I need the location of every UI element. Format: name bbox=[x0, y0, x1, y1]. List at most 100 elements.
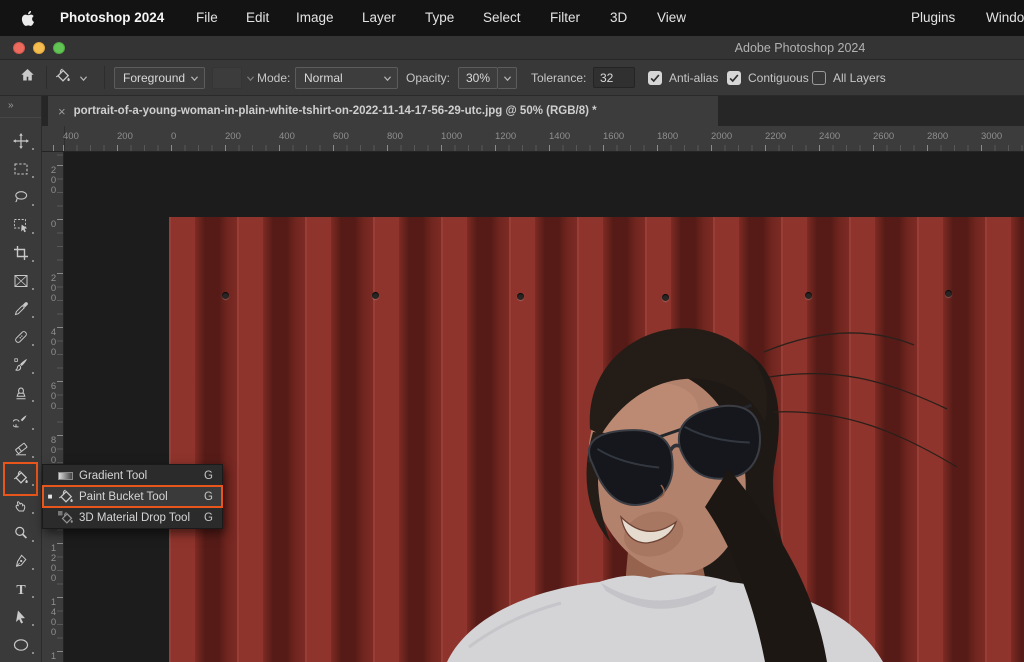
flyout-item-label: 3D Material Drop Tool bbox=[79, 512, 204, 524]
anti-alias-checkbox[interactable]: Anti-alias bbox=[648, 60, 718, 95]
eyedropper-icon bbox=[13, 301, 29, 317]
eraser-tool-button[interactable] bbox=[0, 435, 42, 463]
tool-options-bar: Foreground Mode: Normal Opacity: 30% bbox=[0, 60, 1024, 96]
window-title-bar: Adobe Photoshop 2024 bbox=[0, 36, 1024, 60]
ellipse-shape-icon bbox=[12, 637, 30, 653]
object-selection-tool-button[interactable] bbox=[0, 211, 42, 239]
path-selection-tool-button[interactable] bbox=[0, 603, 42, 631]
flyout-item-3d-material-drop-tool[interactable]: 3D Material Drop ToolG bbox=[43, 507, 222, 528]
contiguous-checkbox-box[interactable] bbox=[727, 71, 741, 85]
flyout-item-gradient-tool[interactable]: Gradient ToolG bbox=[43, 465, 222, 486]
brush-tool-button[interactable] bbox=[0, 351, 42, 379]
flyout-item-paint-bucket-tool[interactable]: ■Paint Bucket ToolG bbox=[43, 486, 222, 507]
spot-healing-icon bbox=[13, 329, 29, 345]
current-tool-bullet: ■ bbox=[43, 492, 57, 501]
pattern-swatch bbox=[212, 67, 242, 89]
minimize-window-button[interactable] bbox=[33, 42, 45, 54]
menu-item-layer[interactable]: Layer bbox=[362, 0, 396, 36]
frame-tool-button[interactable] bbox=[0, 267, 42, 295]
horizontal-ruler[interactable]: 4002000200400600800100012001400160018002… bbox=[42, 126, 1024, 152]
document-tab[interactable]: × portrait-of-a-young-woman-in-plain-whi… bbox=[48, 96, 718, 126]
chevron-down-icon bbox=[503, 69, 512, 87]
tolerance-field-wrap bbox=[593, 60, 635, 95]
marquee-tool-button[interactable] bbox=[0, 155, 42, 183]
macos-menu-bar: Photoshop 2024 File Edit Image Layer Type Sel… bbox=[0, 0, 1024, 36]
canvas-row: 2000200400600800120014001600 bbox=[42, 152, 1024, 662]
ruler-tick-label: 600 bbox=[333, 131, 349, 142]
chevron-down-icon bbox=[190, 71, 199, 85]
menu-item-view[interactable]: View bbox=[657, 0, 686, 36]
all-layers-checkbox[interactable]: All Layers bbox=[812, 60, 886, 95]
eyedropper-tool-button[interactable] bbox=[0, 295, 42, 323]
zoom-window-button[interactable] bbox=[53, 42, 65, 54]
ruler-tick-label: 2000 bbox=[711, 131, 732, 142]
all-layers-label: All Layers bbox=[833, 71, 886, 85]
ruler-tick-label: 1600 bbox=[603, 131, 624, 142]
vertical-ruler[interactable]: 2000200400600800120014001600 bbox=[42, 152, 64, 662]
ruler-tick-label: 2800 bbox=[927, 131, 948, 142]
eraser-icon bbox=[13, 441, 29, 457]
pattern-picker bbox=[212, 60, 255, 95]
menu-item-type[interactable]: Type bbox=[425, 0, 454, 36]
ruler-ticks bbox=[42, 145, 1024, 151]
anti-alias-label: Anti-alias bbox=[669, 71, 718, 85]
ruler-tick-label: 2200 bbox=[765, 131, 786, 142]
ruler-tick-label: 200 bbox=[48, 165, 59, 195]
ruler-tick-label: 200 bbox=[117, 131, 133, 142]
anti-alias-checkbox-box[interactable] bbox=[648, 71, 662, 85]
canvas-pasteboard[interactable] bbox=[64, 152, 1024, 662]
flyout-item-label: Paint Bucket Tool bbox=[79, 491, 204, 503]
marquee-icon bbox=[13, 161, 29, 177]
menu-item-edit[interactable]: Edit bbox=[246, 0, 269, 36]
opacity-label-wrap: Opacity: bbox=[406, 60, 450, 95]
paint-bucket-icon bbox=[54, 67, 72, 89]
menu-item-select[interactable]: Select bbox=[483, 0, 521, 36]
document-image[interactable] bbox=[169, 217, 1024, 662]
dodge-tool-button[interactable] bbox=[0, 519, 42, 547]
home-button[interactable] bbox=[19, 60, 36, 95]
menu-item-filter[interactable]: Filter bbox=[550, 0, 580, 36]
crop-tool-button[interactable] bbox=[0, 239, 42, 267]
menu-item-file[interactable]: File bbox=[196, 0, 218, 36]
object-selection-icon bbox=[13, 217, 29, 233]
opacity-value-box[interactable]: 30% bbox=[458, 67, 498, 89]
menu-item-image[interactable]: Image bbox=[296, 0, 334, 36]
smudge-icon bbox=[13, 497, 29, 513]
contiguous-checkbox[interactable]: Contiguous bbox=[727, 60, 809, 95]
pen-tool-button[interactable] bbox=[0, 547, 42, 575]
opacity-dropdown-button[interactable] bbox=[498, 67, 517, 89]
opacity-control[interactable]: 30% bbox=[458, 60, 517, 95]
move-icon bbox=[13, 133, 29, 149]
chevron-down-icon bbox=[383, 71, 392, 85]
selected-tool-highlight bbox=[3, 462, 38, 496]
lasso-tool-button[interactable] bbox=[0, 183, 42, 211]
fill-source-value: Foreground bbox=[123, 71, 185, 85]
spot-healing-tool-button[interactable] bbox=[0, 323, 42, 351]
move-tool-button[interactable] bbox=[0, 127, 42, 155]
tolerance-input[interactable] bbox=[593, 67, 635, 88]
mode-dropdown[interactable]: Normal bbox=[295, 60, 398, 95]
chevron-down-icon bbox=[246, 69, 255, 87]
ruler-tick-label: 0 bbox=[171, 131, 176, 142]
menu-item-window[interactable]: Window bbox=[986, 0, 1024, 36]
clone-stamp-tool-button[interactable] bbox=[0, 379, 42, 407]
ellipse-shape-tool-button[interactable] bbox=[0, 631, 42, 659]
close-window-button[interactable] bbox=[13, 42, 25, 54]
apple-menu-icon[interactable] bbox=[20, 10, 36, 27]
workspace: » T × portrait-of-a-young-woman-in-plain… bbox=[0, 96, 1024, 662]
type-tool-button[interactable]: T bbox=[0, 575, 42, 603]
chevron-down-icon bbox=[79, 69, 88, 87]
fill-source-dropdown[interactable]: Foreground bbox=[114, 60, 205, 95]
all-layers-checkbox-box[interactable] bbox=[812, 71, 826, 85]
menu-app-name[interactable]: Photoshop 2024 bbox=[60, 0, 164, 36]
crop-icon bbox=[13, 245, 29, 261]
tool-preset-button[interactable] bbox=[54, 60, 88, 95]
close-tab-icon[interactable]: × bbox=[58, 104, 66, 119]
pen-icon bbox=[13, 553, 29, 569]
collapse-panel-button[interactable]: » bbox=[0, 96, 41, 118]
menu-item-plugins[interactable]: Plugins bbox=[911, 0, 955, 36]
ruler-tick-label: 800 bbox=[387, 131, 403, 142]
ruler-tick-label: 800 bbox=[48, 435, 59, 465]
menu-item-3d[interactable]: 3D bbox=[610, 0, 627, 36]
history-brush-tool-button[interactable] bbox=[0, 407, 42, 435]
